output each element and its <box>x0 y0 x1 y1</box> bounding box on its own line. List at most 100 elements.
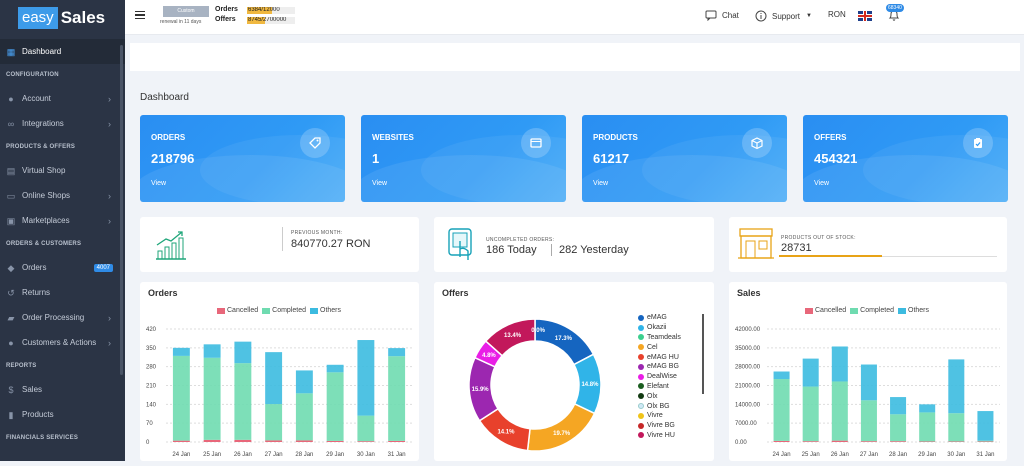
legend-item[interactable]: eMAG BG <box>638 362 681 372</box>
previous-month-label: PREVIOUS MONTH: <box>291 230 343 236</box>
legend-item[interactable]: Cel <box>638 342 681 352</box>
sidebar-item-sales[interactable]: $ Sales <box>0 377 125 402</box>
bar-segment <box>773 371 790 380</box>
menu-icon[interactable] <box>135 11 145 19</box>
support-dropdown[interactable]: Support ▼ <box>755 10 812 22</box>
bar-segment <box>203 344 221 358</box>
logo-easy: easy <box>18 6 58 29</box>
view-link[interactable]: View <box>151 180 166 187</box>
stat-card-websites[interactable]: WEBSITES 1 View <box>361 115 566 202</box>
link-icon: ∞ <box>7 118 15 129</box>
legend-scrollbar[interactable] <box>702 314 704 394</box>
x-tick-label: 24 Jan <box>172 452 190 458</box>
sidebar-item-dashboard[interactable]: ▦ Dashboard <box>0 39 125 64</box>
legend-item[interactable]: Completed <box>850 307 894 314</box>
legend-item[interactable]: Olx BG <box>638 401 681 411</box>
bar-segment <box>326 364 344 373</box>
sidebar-item-customers[interactable]: ● Customers & Actions › <box>0 330 125 355</box>
growth-chart-icon <box>156 231 186 260</box>
legend-item[interactable]: eMAG <box>638 313 681 323</box>
sidebar-item-integrations[interactable]: ∞ Integrations › <box>0 111 125 136</box>
legend-item[interactable]: Others <box>310 307 341 314</box>
sidebar-item-label: Virtual Shop <box>22 166 66 175</box>
sidebar-item-orders[interactable]: ◆ Orders 4007 <box>0 255 125 280</box>
bar-segment <box>977 411 994 441</box>
bar-segment <box>326 440 344 442</box>
legend-label: Completed <box>272 307 306 314</box>
stat-card-offers[interactable]: OFFERS 454321 View <box>803 115 1008 202</box>
legend-dot <box>638 383 644 390</box>
bar-segment <box>172 347 190 356</box>
sidebar-scrollbar[interactable] <box>120 45 123 375</box>
bar-segment <box>295 393 313 441</box>
legend-item[interactable]: Cancelled <box>217 307 258 314</box>
slice-label: 13.4% <box>504 333 522 339</box>
legend-item[interactable]: Cancelled <box>805 307 846 314</box>
stat-card-orders[interactable]: ORDERS 218796 View <box>140 115 345 202</box>
y-tick-label: 0.00 <box>735 440 747 446</box>
legend-dot <box>638 393 644 400</box>
view-link[interactable]: View <box>814 180 829 187</box>
section-configuration: CONFIGURATION <box>6 72 59 78</box>
chat-button[interactable]: Chat <box>705 10 739 21</box>
legend-label: Others <box>908 307 930 314</box>
plan-badge[interactable]: Custom <box>163 6 209 17</box>
logo[interactable]: easy Sales <box>0 0 125 35</box>
view-link[interactable]: View <box>593 180 608 187</box>
legend-item[interactable]: Vivre <box>638 411 681 421</box>
previous-month-value: 840770.27 RON <box>291 238 371 250</box>
legend-item[interactable]: Others <box>898 307 929 314</box>
x-tick-label: 30 Jan <box>947 452 965 458</box>
legend-item[interactable]: Elefant <box>638 382 681 392</box>
legend-dot <box>638 403 644 410</box>
sidebar-item-label: Integrations <box>22 119 64 128</box>
legend-item[interactable]: Completed <box>262 307 306 314</box>
legend-label: Others <box>320 307 342 314</box>
uk-flag-icon[interactable] <box>858 11 872 21</box>
stat-label: PRODUCTS <box>593 133 638 142</box>
sidebar-item-label: Online Shops <box>22 191 71 200</box>
legend-label: Completed <box>860 307 894 314</box>
legend-item[interactable]: Vivre HU <box>638 431 681 441</box>
out-of-stock-progress <box>779 255 882 257</box>
sidebar-item-virtual-shop[interactable]: ▤ Virtual Shop <box>0 158 125 183</box>
dollar-icon: $ <box>8 384 14 395</box>
support-label: Support <box>772 11 801 21</box>
stat-label: ORDERS <box>151 133 186 142</box>
legend-item[interactable]: eMAG HU <box>638 352 681 362</box>
chevron-right-icon: › <box>108 337 111 348</box>
box-icon <box>742 128 772 158</box>
legend-item[interactable]: Olx <box>638 391 681 401</box>
bar-segment <box>948 359 965 414</box>
user-icon: ● <box>8 93 14 104</box>
sidebar-item-returns[interactable]: ↺ Returns <box>0 280 125 305</box>
section-products-offers: PRODUCTS & OFFERS <box>6 144 76 150</box>
slice-label: 17.3% <box>555 336 573 342</box>
legend-item[interactable]: Vivre BG <box>638 421 681 431</box>
bar-segment <box>172 355 190 441</box>
y-tick-label: 140 <box>146 402 157 408</box>
sidebar-item-marketplaces[interactable]: ▣ Marketplaces › <box>0 208 125 233</box>
sidebar-item-products[interactable]: ▮ Products <box>0 402 125 427</box>
bar-segment <box>388 356 406 441</box>
sidebar-item-account[interactable]: ● Account › <box>0 86 125 111</box>
orders-usage-label: Orders <box>215 6 238 13</box>
legend-item[interactable]: Okazii <box>638 323 681 333</box>
legend-dot <box>638 314 644 321</box>
view-link[interactable]: View <box>372 180 387 187</box>
legend-item[interactable]: Teamdeals <box>638 333 681 343</box>
tag-icon <box>300 128 330 158</box>
legend-item[interactable]: DealWise <box>638 372 681 382</box>
y-tick-label: 7000.00 <box>735 421 757 427</box>
sidebar-item-online-shops[interactable]: ▭ Online Shops › <box>0 183 125 208</box>
currency-selector[interactable]: RON <box>828 10 846 19</box>
y-tick-label: 35000.00 <box>735 346 761 352</box>
stat-card-products[interactable]: PRODUCTS 61217 View <box>582 115 787 202</box>
offers-usage-label: Offers <box>215 16 236 23</box>
bar-segment <box>919 404 936 413</box>
chevron-right-icon: › <box>108 93 111 104</box>
orders-chart-card: Orders Cancelled Completed Others 420 350… <box>140 282 419 461</box>
bar-segment <box>919 412 936 442</box>
legend-label: Cancelled <box>227 307 259 314</box>
sidebar-item-order-processing[interactable]: ▰ Order Processing › <box>0 305 125 330</box>
